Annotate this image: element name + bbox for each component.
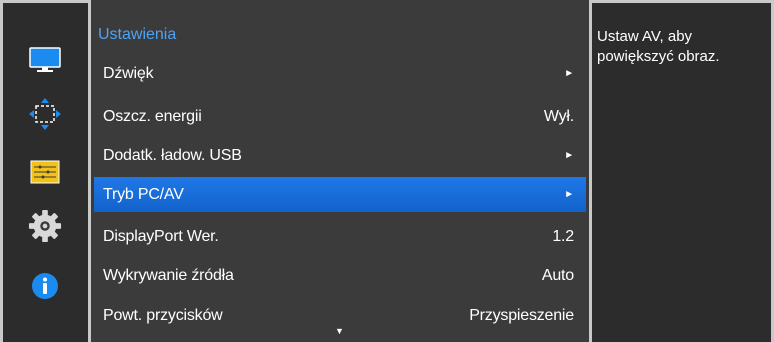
menu-item-label: Wykrywanie źródła: [103, 267, 234, 284]
scroll-down-icon[interactable]: ▼: [335, 326, 344, 336]
gear-icon[interactable]: [28, 209, 62, 243]
resize-arrows-icon[interactable]: [28, 97, 62, 131]
menu-item-label: Dźwięk: [103, 65, 154, 82]
menu-item-value: Przyspieszenie: [469, 307, 574, 324]
menu-item-displayport-version[interactable]: DisplayPort Wer. 1.2: [94, 219, 586, 254]
monitor-icon[interactable]: [28, 43, 62, 77]
sidebar: [3, 3, 87, 342]
menu-item-usb-charging[interactable]: Dodatk. ładow. USB ►: [94, 138, 586, 173]
help-text: Ustaw AV, aby powiększyć obraz.: [597, 28, 720, 65]
menu-item-value: Wył.: [543, 108, 574, 125]
osd-frame: Ustawienia Dźwięk ► Oszcz. energii Wył. …: [0, 0, 774, 342]
menu-item-sound[interactable]: Dźwięk ►: [94, 56, 586, 91]
settings-bars-icon[interactable]: [28, 155, 62, 189]
menu-item-value: Auto: [541, 267, 574, 284]
menu-item-pc-av-mode[interactable]: Tryb PC/AV ►: [94, 177, 586, 212]
menu-item-label: Dodatk. ładow. USB: [103, 147, 242, 164]
help-panel: Ustaw AV, aby powiększyć obraz.: [592, 3, 771, 342]
chevron-right-icon: ►: [564, 150, 574, 161]
menu-item-label: Tryb PC/AV: [103, 186, 184, 203]
menu-title: Ustawienia: [98, 26, 177, 43]
menu-item-eco-saving[interactable]: Oszcz. energii Wył.: [94, 99, 586, 134]
chevron-right-icon: ►: [564, 68, 574, 79]
chevron-right-icon: ►: [564, 189, 574, 200]
settings-menu: Ustawienia Dźwięk ► Oszcz. energii Wył. …: [88, 0, 592, 342]
menu-item-source-detection[interactable]: Wykrywanie źródła Auto: [94, 258, 586, 293]
menu-item-label: Oszcz. energii: [103, 108, 202, 125]
menu-item-label: DisplayPort Wer.: [103, 228, 219, 245]
menu-item-label: Powt. przycisków: [103, 307, 223, 324]
menu-item-value: 1.2: [552, 228, 574, 245]
info-icon[interactable]: [28, 269, 62, 303]
